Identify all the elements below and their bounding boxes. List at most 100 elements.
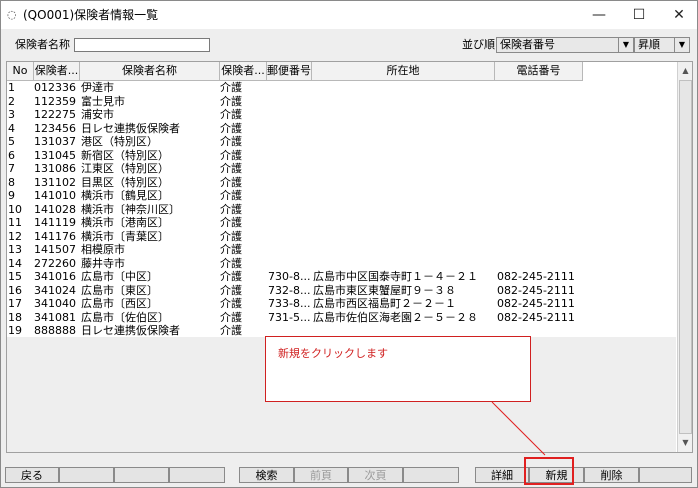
table-row[interactable]: 7 131086 江東区（特別区） 介護 bbox=[7, 162, 583, 176]
cell-phone: 082-245-2111 bbox=[497, 297, 575, 310]
back-button[interactable]: 戻る bbox=[5, 467, 59, 483]
cell-insurer-number: 131037 bbox=[34, 135, 76, 148]
cell-insurer-type: 介護 bbox=[220, 229, 242, 243]
table-row[interactable]: 13 141507 相模原市 介護 bbox=[7, 243, 583, 257]
cell-phone bbox=[497, 216, 582, 230]
sort-select[interactable]: 保険者番号 ▼ bbox=[496, 37, 634, 53]
cell-no: 14 bbox=[8, 256, 22, 270]
cell-address bbox=[313, 135, 494, 149]
chevron-down-icon[interactable]: ▼ bbox=[618, 38, 633, 52]
insurer-name-label: 保険者名称 bbox=[15, 38, 70, 51]
maximize-button[interactable]: ☐ bbox=[621, 3, 657, 27]
cell-postal-code bbox=[268, 176, 311, 190]
cell-insurer-name: 相模原市 bbox=[81, 243, 125, 256]
cell-address: 広島市東区東蟹屋町９－３８ bbox=[313, 283, 456, 297]
fkey-blank-12[interactable] bbox=[639, 467, 692, 483]
table-row[interactable]: 8 131102 目黒区（特別区） 介護 bbox=[7, 176, 583, 190]
fkey-blank-4[interactable] bbox=[169, 467, 225, 483]
minimize-button[interactable]: — bbox=[581, 3, 617, 27]
cell-postal-code bbox=[268, 149, 311, 163]
delete-button[interactable]: 削除 bbox=[584, 467, 639, 483]
cell-insurer-number: 341081 bbox=[34, 310, 76, 324]
scroll-down-icon[interactable]: ▼ bbox=[678, 436, 692, 450]
cell-phone bbox=[497, 149, 582, 163]
cell-insurer-number: 112359 bbox=[34, 94, 76, 108]
cell-insurer-number: 131045 bbox=[34, 148, 76, 162]
cell-no: 10 bbox=[8, 202, 22, 216]
cell-no: 6 bbox=[8, 148, 15, 162]
prev-page-button[interactable]: 前頁 bbox=[294, 467, 348, 483]
fkey-blank-2[interactable] bbox=[59, 467, 114, 483]
table-row[interactable]: 12 141176 横浜市〔青葉区〕 介護 bbox=[7, 230, 583, 244]
header-insurer-name[interactable]: 保険者名称 bbox=[80, 62, 220, 81]
cell-insurer-type: 介護 bbox=[220, 283, 242, 297]
cell-insurer-type: 介護 bbox=[220, 202, 242, 216]
cell-no: 2 bbox=[8, 94, 15, 108]
cell-insurer-number: 131086 bbox=[34, 162, 76, 175]
next-page-button[interactable]: 次頁 bbox=[348, 467, 403, 483]
close-button[interactable]: ✕ bbox=[661, 3, 697, 27]
cell-address bbox=[313, 189, 494, 203]
detail-button[interactable]: 詳細 bbox=[475, 467, 529, 483]
cell-postal-code bbox=[268, 257, 311, 271]
cell-insurer-name: 横浜市〔神奈川区〕 bbox=[81, 202, 180, 216]
cell-address bbox=[313, 149, 494, 163]
insurer-name-input[interactable] bbox=[74, 38, 210, 52]
cell-insurer-type: 介護 bbox=[220, 135, 242, 148]
fkey-blank-8[interactable] bbox=[403, 467, 459, 483]
table-row[interactable]: 6 131045 新宿区（特別区） 介護 bbox=[7, 149, 583, 163]
cell-address bbox=[313, 176, 494, 190]
cell-insurer-number: 012336 bbox=[34, 81, 76, 94]
cell-phone bbox=[497, 257, 582, 271]
cell-insurer-name: 伊達市 bbox=[81, 81, 114, 94]
table-row[interactable]: 5 131037 港区（特別区） 介護 bbox=[7, 135, 583, 149]
cell-phone bbox=[497, 189, 582, 203]
header-insurer-number[interactable]: 保険者... bbox=[34, 62, 80, 81]
search-button[interactable]: 検索 bbox=[239, 467, 294, 483]
cell-no: 7 bbox=[8, 162, 15, 175]
chevron-down-icon[interactable]: ▼ bbox=[674, 38, 689, 52]
cell-address bbox=[313, 162, 494, 176]
table-row[interactable]: 14 272260 藤井寺市 介護 bbox=[7, 257, 583, 271]
order-select[interactable]: 昇順 ▼ bbox=[634, 37, 690, 53]
cell-insurer-number: 141119 bbox=[34, 216, 76, 229]
cell-address bbox=[313, 95, 494, 109]
vertical-scrollbar[interactable]: ▲ ▼ bbox=[677, 62, 692, 452]
header-phone[interactable]: 電話番号 bbox=[495, 62, 583, 81]
table-row[interactable]: 11 141119 横浜市〔港南区〕 介護 bbox=[7, 216, 583, 230]
cell-insurer-number: 341016 bbox=[34, 270, 76, 283]
cell-insurer-name: 日レセ連携仮保険者 bbox=[81, 121, 180, 135]
table-row[interactable]: 16 341024 広島市〔東区〕 介護 732-8... 広島市東区東蟹屋町９－３８ 08… bbox=[7, 284, 583, 298]
cell-insurer-number: 122275 bbox=[34, 108, 76, 121]
cell-postal-code: 731-5... bbox=[268, 310, 311, 324]
cell-insurer-type: 介護 bbox=[220, 324, 242, 337]
cell-phone bbox=[497, 95, 582, 109]
cell-postal-code bbox=[268, 189, 311, 203]
cell-postal-code bbox=[268, 135, 311, 149]
cell-phone bbox=[497, 135, 582, 149]
table-row[interactable]: 17 341040 広島市〔西区〕 介護 733-8... 広島市西区福島町２－２－１ 08… bbox=[7, 297, 583, 311]
header-address[interactable]: 所在地 bbox=[312, 62, 495, 81]
table-row[interactable]: 1 012336 伊達市 介護 bbox=[7, 81, 583, 95]
cell-postal-code bbox=[268, 230, 311, 244]
table-row[interactable]: 4 123456 日レセ連携仮保険者 介護 bbox=[7, 122, 583, 136]
fkey-blank-3[interactable] bbox=[114, 467, 169, 483]
header-postal-code[interactable]: 郵便番号 bbox=[267, 62, 312, 81]
scrollbar-thumb[interactable] bbox=[679, 80, 692, 434]
cell-phone bbox=[497, 122, 582, 136]
cell-postal-code: 730-8... bbox=[268, 270, 311, 283]
window-app-icon: ◌ bbox=[7, 8, 17, 21]
cell-insurer-number: 272260 bbox=[34, 256, 76, 270]
cell-insurer-name: 目黒区（特別区） bbox=[81, 175, 169, 189]
table-row[interactable]: 3 122275 浦安市 介護 bbox=[7, 108, 583, 122]
scroll-up-icon[interactable]: ▲ bbox=[678, 64, 692, 78]
table-row[interactable]: 18 341081 広島市〔佐伯区〕 介護 731-5... 広島市佐伯区海老園２－５－２… bbox=[7, 311, 583, 325]
table-row[interactable]: 15 341016 広島市〔中区〕 介護 730-8... 広島市中区国泰寺町１－４－２１… bbox=[7, 270, 583, 284]
cell-no: 8 bbox=[8, 175, 15, 189]
table-row[interactable]: 2 112359 富士見市 介護 bbox=[7, 95, 583, 109]
cell-address bbox=[313, 81, 494, 95]
header-insurer-type[interactable]: 保険者... bbox=[220, 62, 267, 81]
header-no[interactable]: No bbox=[7, 62, 34, 81]
table-row[interactable]: 9 141010 横浜市〔鶴見区〕 介護 bbox=[7, 189, 583, 203]
table-row[interactable]: 10 141028 横浜市〔神奈川区〕 介護 bbox=[7, 203, 583, 217]
